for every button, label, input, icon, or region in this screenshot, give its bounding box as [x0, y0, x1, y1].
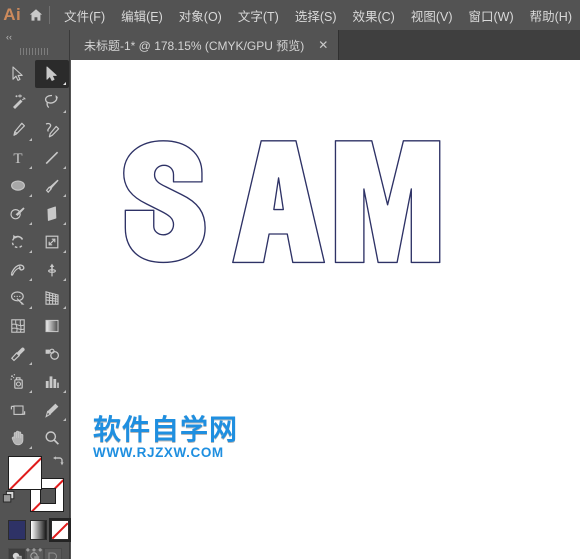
- document-canvas[interactable]: 软件自学网 WWW.RJZXW.COM: [71, 60, 580, 559]
- document-tab-title: 未标题-1* @ 178.15% (CMYK/GPU 预览): [84, 38, 305, 53]
- fill-swatch[interactable]: [8, 456, 42, 490]
- menu-divider: [49, 6, 51, 24]
- direct-selection-tool[interactable]: [35, 60, 69, 88]
- close-icon[interactable]: ✕: [318, 39, 328, 51]
- width-tool[interactable]: [1, 256, 35, 284]
- pencil-tool[interactable]: [1, 200, 35, 228]
- fill-none-indicator: [9, 457, 41, 489]
- tool-flyout-indicator[interactable]: [29, 166, 32, 169]
- free-transform-tool[interactable]: [35, 256, 69, 284]
- color-mode-row: [0, 516, 71, 542]
- tool-flyout-indicator[interactable]: [29, 390, 32, 393]
- tool-flyout-indicator[interactable]: [63, 82, 66, 85]
- svg-text:T: T: [13, 151, 22, 167]
- watermark-url-text: WWW.RJZXW.COM: [92, 445, 224, 460]
- tool-flyout-indicator[interactable]: [29, 138, 32, 141]
- tool-flyout-indicator[interactable]: [29, 446, 32, 449]
- panel-drag-handle[interactable]: [0, 44, 69, 58]
- ellipse-tool[interactable]: [1, 172, 35, 200]
- fill-stroke-swatches: [0, 454, 69, 516]
- document-tab[interactable]: 未标题-1* @ 178.15% (CMYK/GPU 预览) ✕: [70, 30, 340, 60]
- none-indicator: [52, 521, 68, 539]
- menu-bar: Ai 文件(F) 编辑(E) 对象(O) 文字(T) 选择(S) 效果(C) 视…: [0, 0, 580, 30]
- tool-flyout-indicator[interactable]: [29, 278, 32, 281]
- scale-tool[interactable]: [35, 228, 69, 256]
- eraser-tool[interactable]: [35, 200, 69, 228]
- tool-flyout-indicator[interactable]: [63, 250, 66, 253]
- curvature-tool[interactable]: [35, 116, 69, 144]
- lasso-tool[interactable]: [35, 88, 69, 116]
- tool-flyout-indicator[interactable]: [29, 362, 32, 365]
- none-mode-button[interactable]: [49, 518, 71, 542]
- menu-type[interactable]: 文字(T): [230, 1, 287, 30]
- artboard-tool[interactable]: [1, 396, 35, 424]
- home-icon[interactable]: [24, 0, 47, 30]
- tool-flyout-indicator[interactable]: [63, 222, 66, 225]
- menu-edit[interactable]: 编辑(E): [113, 1, 171, 30]
- rotate-tool[interactable]: [1, 228, 35, 256]
- column-graph-tool[interactable]: [35, 368, 69, 396]
- watermark: 软件自学网 WWW.RJZXW.COM: [92, 414, 245, 460]
- magic-wand-tool[interactable]: [1, 88, 35, 116]
- illustrator-window: Ai 文件(F) 编辑(E) 对象(O) 文字(T) 选择(S) 效果(C) 视…: [0, 0, 580, 559]
- tool-flyout-indicator[interactable]: [29, 306, 32, 309]
- document-tab-bar: 未标题-1* @ 178.15% (CMYK/GPU 预览) ✕: [70, 30, 580, 60]
- tool-flyout-indicator[interactable]: [63, 418, 66, 421]
- menu-help[interactable]: 帮助(H): [522, 1, 580, 30]
- line-segment-tool[interactable]: [35, 144, 69, 172]
- hand-tool[interactable]: [1, 424, 35, 452]
- paintbrush-tool[interactable]: [35, 172, 69, 200]
- tool-flyout-indicator[interactable]: [63, 390, 66, 393]
- tool-flyout-indicator[interactable]: [63, 278, 66, 281]
- menu-select[interactable]: 选择(S): [287, 1, 345, 30]
- tool-flyout-indicator[interactable]: [29, 222, 32, 225]
- tool-flyout-indicator[interactable]: [29, 250, 32, 253]
- color-mode-button[interactable]: [8, 520, 26, 540]
- swap-fill-stroke-icon[interactable]: [51, 454, 65, 473]
- tool-flyout-indicator[interactable]: [63, 306, 66, 309]
- tool-flyout-indicator[interactable]: [63, 166, 66, 169]
- menu-view[interactable]: 视图(V): [403, 1, 461, 30]
- slice-tool[interactable]: [35, 396, 69, 424]
- stroke-swatch-inner: [40, 488, 56, 504]
- gradient-tool[interactable]: [35, 312, 69, 340]
- shape-builder-tool[interactable]: [1, 284, 35, 312]
- blend-tool[interactable]: [35, 340, 69, 368]
- tool-grid: T: [0, 58, 69, 452]
- tool-flyout-indicator[interactable]: [63, 194, 66, 197]
- tool-flyout-indicator[interactable]: [29, 194, 32, 197]
- pen-tool[interactable]: [1, 116, 35, 144]
- watermark-chinese-text: 软件自学网: [92, 414, 239, 445]
- perspective-grid-tool[interactable]: [35, 284, 69, 312]
- default-fill-stroke-icon[interactable]: [2, 490, 16, 509]
- menu-window[interactable]: 窗口(W): [461, 1, 522, 30]
- tool-flyout-indicator[interactable]: [63, 110, 66, 113]
- sam-outlined-text[interactable]: [119, 140, 445, 275]
- menu-file[interactable]: 文件(F): [56, 1, 113, 30]
- eyedropper-tool[interactable]: [1, 340, 35, 368]
- zoom-tool[interactable]: [35, 424, 69, 452]
- app-logo: Ai: [3, 5, 22, 24]
- collapse-panel-icon[interactable]: ‹‹: [0, 30, 69, 44]
- type-tool[interactable]: T: [1, 144, 35, 172]
- tools-overflow-icon[interactable]: •••: [0, 544, 70, 556]
- menu-effect[interactable]: 效果(C): [344, 1, 402, 30]
- symbol-sprayer-tool[interactable]: [1, 368, 35, 396]
- menu-object[interactable]: 对象(O): [171, 1, 230, 30]
- selection-tool[interactable]: [1, 60, 35, 88]
- menu-item-list: 文件(F) 编辑(E) 对象(O) 文字(T) 选择(S) 效果(C) 视图(V…: [56, 1, 580, 30]
- gradient-mode-button[interactable]: [29, 520, 48, 540]
- tools-panel: ‹‹ T •••: [0, 30, 71, 559]
- mesh-tool[interactable]: [1, 312, 35, 340]
